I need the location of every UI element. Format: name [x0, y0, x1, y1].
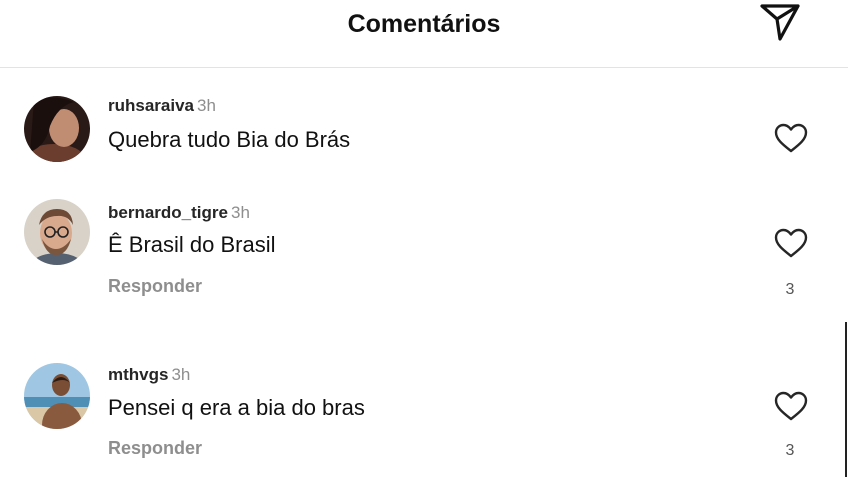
- comment-item: bernardo_tigre 3h Ê Brasil do Brasil Resp…: [0, 195, 848, 305]
- comment-username[interactable]: ruhsaraiva: [108, 96, 194, 115]
- heart-outline-icon[interactable]: [773, 390, 809, 422]
- reply-button[interactable]: Responder: [108, 437, 202, 459]
- avatar[interactable]: [24, 199, 90, 265]
- comment-username[interactable]: bernardo_tigre: [108, 203, 228, 222]
- comment-username[interactable]: mthvgs: [108, 365, 168, 384]
- comment-timestamp: 3h: [197, 96, 216, 115]
- reply-button[interactable]: Responder: [108, 275, 202, 297]
- paper-plane-icon[interactable]: [758, 2, 802, 42]
- comment-meta: bernardo_tigre 3h: [108, 203, 250, 223]
- comment-item: ruhsaraiva 3h Quebra tudo Bia do Brás: [0, 90, 848, 170]
- heart-outline-icon[interactable]: [773, 122, 809, 154]
- avatar[interactable]: [24, 363, 90, 429]
- like-count: 3: [785, 442, 795, 459]
- comment-timestamp: 3h: [171, 365, 191, 384]
- like-count: 3: [785, 281, 795, 298]
- comment-text: Pensei q era a bia do bras: [108, 395, 365, 420]
- heart-outline-icon[interactable]: [773, 227, 809, 259]
- page-title: Comentários: [347, 10, 501, 38]
- comment-meta: mthvgs 3h: [108, 365, 190, 385]
- scrollbar[interactable]: [845, 322, 847, 477]
- comments-header: Comentários: [0, 0, 848, 68]
- comment-text: Ê Brasil do Brasil: [108, 232, 276, 257]
- comment-timestamp: 3h: [230, 203, 250, 222]
- comment-text: Quebra tudo Bia do Brás: [108, 127, 351, 152]
- comment-item: mthvgs 3h Pensei q era a bia do bras Resp…: [0, 358, 848, 468]
- comment-meta: ruhsaraiva 3h: [108, 96, 216, 116]
- avatar[interactable]: [24, 96, 90, 162]
